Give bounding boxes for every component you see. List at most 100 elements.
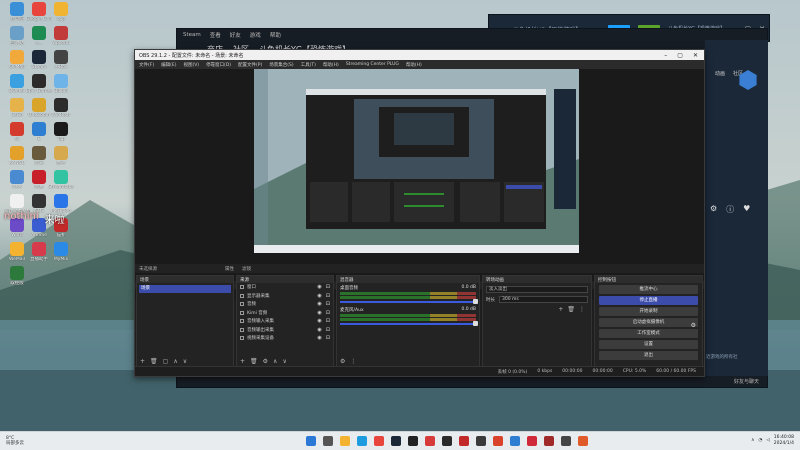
maximize-icon[interactable]: ▢ <box>677 52 683 59</box>
taskbar-app2-icon[interactable] <box>442 436 452 446</box>
gear-icon[interactable]: ⚙ <box>263 358 268 365</box>
more-icon[interactable]: ⋮ <box>350 358 356 365</box>
trash-icon[interactable]: 🗑 <box>250 358 258 365</box>
settings-icon[interactable]: ⚙ <box>710 204 717 215</box>
duration-input[interactable]: 300 ms <box>499 296 588 303</box>
control-button[interactable]: 退出 <box>599 351 698 360</box>
properties-button[interactable]: 属性 <box>225 266 234 272</box>
taskbar-app10-icon[interactable] <box>578 436 588 446</box>
chevron-up-icon[interactable]: ∧ <box>751 438 754 443</box>
eye-icon[interactable]: ◉ <box>317 293 321 299</box>
source-item[interactable]: Kimi 音频 ◉ ⊡ <box>237 309 333 318</box>
down-icon[interactable]: ∨ <box>183 358 187 365</box>
more-icon[interactable]: ⋮ <box>579 306 585 313</box>
volume-icon[interactable]: ◁ <box>766 438 769 443</box>
taskbar-app3-icon[interactable] <box>459 436 469 446</box>
minimize-icon[interactable]: – <box>664 52 667 59</box>
desktop-icon[interactable]: MyMix <box>48 242 74 262</box>
taskbar-app6-icon[interactable] <box>510 436 520 446</box>
trash-icon[interactable]: 🗑 <box>150 358 158 365</box>
source-item[interactable]: 音频 ◉ ⊡ <box>237 300 333 309</box>
desktop-icon[interactable]: X-Box <box>48 50 74 70</box>
lock-icon[interactable]: ⊡ <box>326 310 330 316</box>
steam-menu-item[interactable]: 好友 <box>230 31 241 39</box>
steam-menu-item[interactable]: Steam <box>183 32 201 38</box>
eye-icon[interactable]: ◉ <box>317 318 321 324</box>
source-item[interactable]: 视频采集设备 ◉ ⊡ <box>237 334 333 343</box>
obs-menu-item[interactable]: 停靠窗口(D) <box>206 62 231 68</box>
desktop-icon[interactable]: Tap <box>48 122 74 142</box>
add-icon[interactable]: + <box>558 306 563 313</box>
desktop-icon[interactable]: wpsedu <box>48 26 74 46</box>
control-button[interactable]: 设置 <box>599 340 698 349</box>
add-icon[interactable]: + <box>140 358 145 365</box>
down-icon[interactable]: ∨ <box>282 358 286 365</box>
obs-menu-item[interactable]: Streaming Center PLUG <box>346 62 399 67</box>
source-item[interactable]: 音频输出采集 ◉ ⊡ <box>237 326 333 335</box>
gear-icon[interactable]: ⚙ <box>340 358 345 365</box>
lock-icon[interactable]: ⊡ <box>326 327 330 333</box>
clock[interactable]: 16:40:08 2024/1/4 <box>774 435 794 446</box>
eye-icon[interactable]: ◉ <box>317 327 321 333</box>
taskbar-chrome-icon[interactable] <box>374 436 384 446</box>
up-icon[interactable]: ∧ <box>273 358 277 365</box>
taskbar-app5-icon[interactable] <box>493 436 503 446</box>
taskbar-app9-icon[interactable] <box>561 436 571 446</box>
desktop-icon[interactable]: Bilibili <box>48 74 74 94</box>
volume-slider[interactable] <box>340 321 478 326</box>
eye-icon[interactable]: ◉ <box>317 335 321 341</box>
obs-menu-item[interactable]: 配置文件(P) <box>238 62 262 68</box>
desktop-icon[interactable]: Streamlabs <box>48 170 74 190</box>
eye-icon[interactable]: ◉ <box>317 284 321 290</box>
stream-preview[interactable] <box>254 69 579 253</box>
gear-icon[interactable]: ⚙ <box>691 322 696 329</box>
lock-icon[interactable]: ⊡ <box>326 335 330 341</box>
control-button[interactable]: 启动虚拟摄像机 <box>599 318 698 327</box>
lock-icon[interactable]: ⊡ <box>326 284 330 290</box>
desktop-icon[interactable]: 取经版 <box>4 266 30 286</box>
obs-menu-item[interactable]: 文件(F) <box>139 62 154 68</box>
close-icon[interactable]: ✕ <box>693 52 698 59</box>
taskbar-app7-icon[interactable] <box>527 436 537 446</box>
obs-menu-item[interactable]: 工具(T) <box>301 62 316 68</box>
desktop-icon[interactable]: WinRoar <box>48 98 74 118</box>
friends-chat-label[interactable]: 好友与聊天 <box>734 378 759 385</box>
taskbar-app4-icon[interactable] <box>476 436 486 446</box>
heart-icon[interactable]: ♥ <box>743 204 750 215</box>
obs-menu-item[interactable]: 帮助(H) <box>406 62 422 68</box>
obs-menu-item[interactable]: 编辑(E) <box>161 62 176 68</box>
obs-menu-item[interactable]: 视图(V) <box>183 62 199 68</box>
taskbar-app1-icon[interactable] <box>425 436 435 446</box>
obs-menu-item[interactable]: 帮助(H) <box>323 62 339 68</box>
scene-item[interactable]: 场景 <box>139 285 231 293</box>
taskbar-explorer-icon[interactable] <box>340 436 350 446</box>
eye-icon[interactable]: ◉ <box>317 310 321 316</box>
control-button[interactable]: 停止直播 <box>599 296 698 305</box>
volume-slider[interactable] <box>340 299 478 304</box>
desktop-icon[interactable]: cpp <box>48 2 74 22</box>
network-icon[interactable]: ◔ <box>758 438 762 443</box>
filter-icon[interactable]: ▢ <box>163 358 169 365</box>
add-icon[interactable]: + <box>240 358 245 365</box>
source-item[interactable]: 显示器采集 ◉ ⊡ <box>237 292 333 301</box>
desktop-icon[interactable]: 原神 <box>48 146 74 166</box>
lock-icon[interactable]: ⊡ <box>326 293 330 299</box>
source-item[interactable]: 窗口 ◉ ⊡ <box>237 283 333 292</box>
lock-icon[interactable]: ⊡ <box>326 318 330 324</box>
info-icon[interactable]: ⓘ <box>726 204 734 215</box>
taskbar-start-icon[interactable] <box>306 436 316 446</box>
steam-menu-item[interactable]: 游戏 <box>250 31 261 39</box>
eye-icon[interactable]: ◉ <box>317 301 321 307</box>
filters-button[interactable]: 滤镜 <box>242 266 251 272</box>
taskbar-app8-icon[interactable] <box>544 436 554 446</box>
control-button[interactable]: 工作室模式 <box>599 329 698 338</box>
transition-select[interactable]: 淡入淡出 <box>486 286 588 293</box>
obs-menu-item[interactable]: 场景集合(S) <box>269 62 293 68</box>
control-button[interactable]: 开始录制 <box>599 307 698 316</box>
control-button[interactable]: 推流中心 <box>599 285 698 294</box>
trash-icon[interactable]: 🗑 <box>567 306 575 313</box>
source-item[interactable]: 音频输入采集 ◉ ⊡ <box>237 317 333 326</box>
steam-menu-item[interactable]: 查看 <box>210 31 221 39</box>
up-icon[interactable]: ∧ <box>173 358 177 365</box>
taskbar-search-icon[interactable] <box>323 436 333 446</box>
